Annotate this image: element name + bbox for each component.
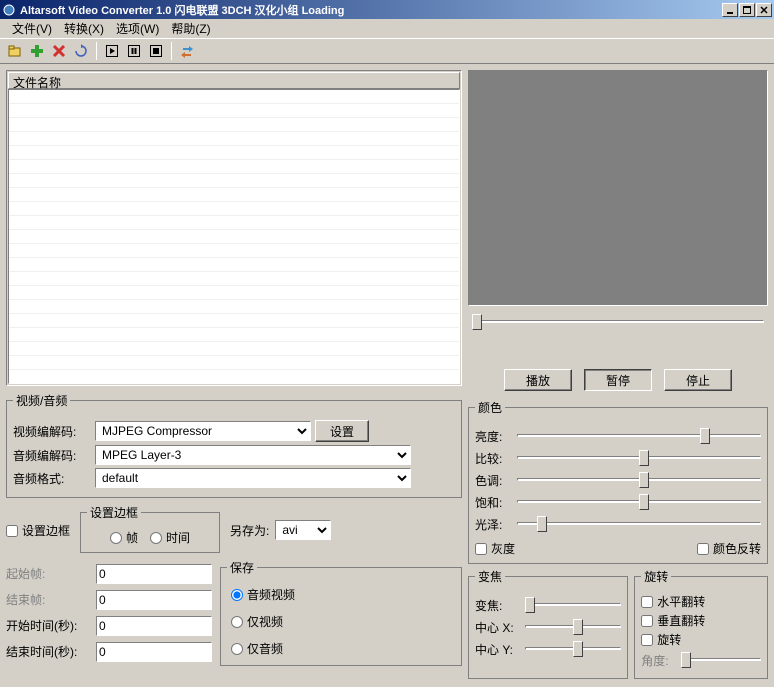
gamma-label: 光泽: (475, 516, 511, 533)
seek-slider[interactable] (472, 312, 764, 361)
maximize-button[interactable] (739, 3, 755, 17)
toolbar-separator (96, 42, 97, 60)
save-video-radio[interactable]: 仅视频 (231, 613, 451, 630)
brightness-slider[interactable] (517, 426, 761, 446)
start-frame-input[interactable] (96, 564, 212, 584)
invert-checkbox[interactable]: 颜色反转 (697, 540, 761, 557)
file-list-panel: 文件名称 (6, 70, 462, 386)
save-group: 保存 音频视频 仅视频 仅音频 (220, 559, 462, 666)
play-button[interactable]: 播放 (504, 369, 572, 391)
color-group: 颜色 亮度: 比较: 色调: 饱和: 光泽: 灰度 颜色反转 (468, 399, 768, 564)
video-codec-label: 视频编解码: (13, 423, 91, 440)
app-icon (2, 3, 16, 17)
save-av-radio[interactable]: 音频视频 (231, 586, 451, 603)
file-list-header[interactable]: 文件名称 (8, 72, 460, 89)
rotate-group: 旋转 水平翻转 垂直翻转 旋转 角度: (634, 568, 768, 679)
fliph-checkbox[interactable]: 水平翻转 (641, 593, 761, 610)
menu-convert[interactable]: 转换(X) (58, 18, 110, 39)
video-codec-select[interactable]: MJPEG Compressor (95, 421, 311, 441)
end-time-label: 结束时间(秒): (6, 643, 90, 660)
toolbar-separator (171, 42, 172, 60)
saturation-slider[interactable] (517, 492, 761, 512)
video-preview (468, 70, 768, 306)
gamma-slider[interactable] (517, 514, 761, 534)
border-frame-radio[interactable]: 帧 (110, 529, 138, 546)
flipv-checkbox[interactable]: 垂直翻转 (641, 612, 761, 629)
border-options-group: 设置边框 帧 时间 (80, 504, 220, 553)
start-frame-label: 起始帧: (6, 565, 90, 582)
convert-icon[interactable] (177, 41, 197, 61)
window-title: Altarsoft Video Converter 1.0 闪电联盟 3DCH … (20, 2, 722, 18)
centery-slider[interactable] (525, 639, 621, 659)
rotate-checkbox[interactable]: 旋转 (641, 631, 761, 648)
toolbar (0, 38, 774, 64)
brightness-label: 亮度: (475, 428, 511, 445)
save-audio-radio[interactable]: 仅音频 (231, 640, 451, 657)
refresh-icon[interactable] (71, 41, 91, 61)
angle-slider[interactable] (681, 650, 761, 670)
angle-label: 角度: (641, 652, 675, 669)
codec-settings-button[interactable]: 设置 (315, 420, 369, 442)
pause-icon[interactable] (124, 41, 144, 61)
add-icon[interactable] (27, 41, 47, 61)
close-button[interactable] (756, 3, 772, 17)
saveas-label: 另存为: (230, 522, 269, 539)
title-bar: Altarsoft Video Converter 1.0 闪电联盟 3DCH … (0, 0, 774, 19)
contrast-label: 比较: (475, 450, 511, 467)
play-icon[interactable] (102, 41, 122, 61)
zoom-group: 变焦 变焦: 中心 X: 中心 Y: (468, 568, 628, 679)
stop-icon[interactable] (146, 41, 166, 61)
saturation-label: 饱和: (475, 494, 511, 511)
end-time-input[interactable] (96, 642, 212, 662)
centerx-slider[interactable] (525, 617, 621, 637)
zoom-slider[interactable] (525, 595, 621, 615)
zoom-label: 变焦: (475, 597, 519, 614)
hue-slider[interactable] (517, 470, 761, 490)
audio-codec-select[interactable]: MPEG Layer-3 (95, 445, 411, 465)
audio-format-select[interactable]: default (95, 468, 411, 488)
delete-icon[interactable] (49, 41, 69, 61)
saveas-select[interactable]: avi (275, 520, 331, 540)
minimize-button[interactable] (722, 3, 738, 17)
start-time-input[interactable] (96, 616, 212, 636)
contrast-slider[interactable] (517, 448, 761, 468)
end-frame-label: 结束帧: (6, 591, 90, 608)
file-list[interactable] (8, 89, 460, 384)
start-time-label: 开始时间(秒): (6, 617, 90, 634)
centery-label: 中心 Y: (475, 641, 519, 658)
open-file-icon[interactable] (5, 41, 25, 61)
audio-codec-label: 音频编解码: (13, 447, 91, 464)
video-audio-legend: 视频/音频 (13, 392, 70, 409)
pause-button[interactable]: 暂停 (584, 369, 652, 391)
centerx-label: 中心 X: (475, 619, 519, 636)
hue-label: 色调: (475, 472, 511, 489)
menu-file[interactable]: 文件(V) (6, 18, 58, 39)
end-frame-input[interactable] (96, 590, 212, 610)
menu-help[interactable]: 帮助(Z) (165, 18, 216, 39)
grayscale-checkbox[interactable]: 灰度 (475, 540, 515, 557)
border-time-radio[interactable]: 时间 (150, 529, 190, 546)
menu-bar: 文件(V) 转换(X) 选项(W) 帮助(Z) (0, 19, 774, 38)
audio-format-label: 音频格式: (13, 470, 91, 487)
video-audio-group: 视频/音频 视频编解码: MJPEG Compressor 设置 音频编解码: … (6, 392, 462, 498)
set-border-checkbox[interactable]: 设置边框 (6, 522, 70, 539)
menu-options[interactable]: 选项(W) (110, 18, 165, 39)
stop-button[interactable]: 停止 (664, 369, 732, 391)
